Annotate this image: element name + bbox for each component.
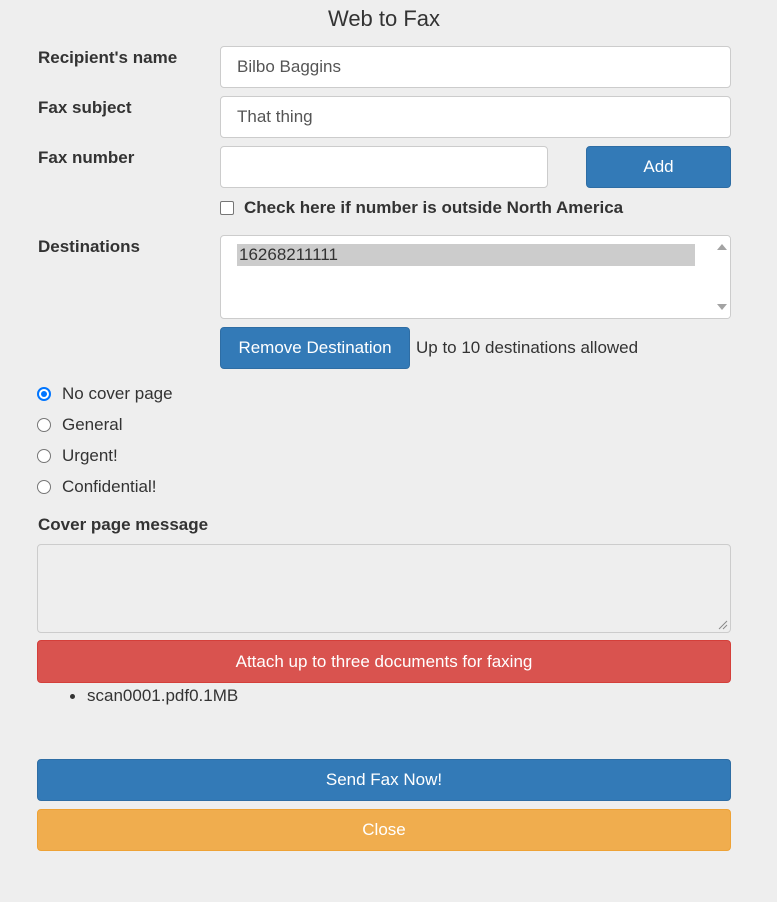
destinations-label: Destinations <box>38 237 141 256</box>
resize-grip-icon[interactable] <box>718 620 728 630</box>
radio-label: Confidential! <box>62 477 157 496</box>
listbox-scrollbar[interactable] <box>713 236 730 318</box>
destinations-help-text: Up to 10 destinations allowed <box>416 338 639 357</box>
attach-documents-button[interactable]: Attach up to three documents for faxing <box>37 640 731 683</box>
cover-message-textarea[interactable] <box>37 544 731 633</box>
page-title: Web to Fax <box>327 6 441 31</box>
close-button[interactable]: Close <box>37 809 731 851</box>
radio-urgent[interactable] <box>37 449 51 463</box>
remove-destination-button[interactable]: Remove Destination <box>220 327 410 369</box>
send-fax-button[interactable]: Send Fax Now! <box>37 759 731 801</box>
outside-na-row[interactable]: Check here if number is outside North Am… <box>220 198 623 218</box>
fax-number-input[interactable] <box>220 146 548 188</box>
destination-item[interactable]: 16268211111 <box>237 244 695 266</box>
scroll-up-arrow-icon[interactable] <box>717 244 727 250</box>
subject-input[interactable]: That thing <box>220 96 731 138</box>
attachment-list-item: scan0001.pdf0.1MB <box>70 686 238 706</box>
cover-option-general[interactable]: General <box>37 415 122 435</box>
recipient-input[interactable]: Bilbo Baggins <box>220 46 731 88</box>
cover-option-confidential[interactable]: Confidential! <box>37 477 157 497</box>
web-to-fax-page: Web to Fax Recipient's name Bilbo Baggin… <box>0 0 777 902</box>
recipient-label: Recipient's name <box>38 48 178 67</box>
outside-na-label: Check here if number is outside North Am… <box>244 198 624 217</box>
radio-label: No cover page <box>62 384 173 403</box>
bullet-icon <box>70 693 75 699</box>
fax-number-label: Fax number <box>38 148 135 167</box>
radio-label: General <box>62 415 123 434</box>
cover-message-label: Cover page message <box>38 515 209 534</box>
radio-no-cover[interactable] <box>37 387 51 401</box>
add-button[interactable]: Add <box>586 146 731 188</box>
destinations-listbox[interactable]: 16268211111 <box>220 235 731 319</box>
radio-confidential[interactable] <box>37 480 51 494</box>
outside-na-checkbox[interactable] <box>220 201 234 215</box>
scroll-down-arrow-icon[interactable] <box>717 304 727 310</box>
attachment-name: scan0001.pdf0.1MB <box>87 686 239 705</box>
radio-label: Urgent! <box>62 446 118 465</box>
radio-general[interactable] <box>37 418 51 432</box>
cover-option-urgent[interactable]: Urgent! <box>37 446 118 466</box>
cover-option-no-cover[interactable]: No cover page <box>37 384 173 404</box>
subject-label: Fax subject <box>38 98 132 117</box>
